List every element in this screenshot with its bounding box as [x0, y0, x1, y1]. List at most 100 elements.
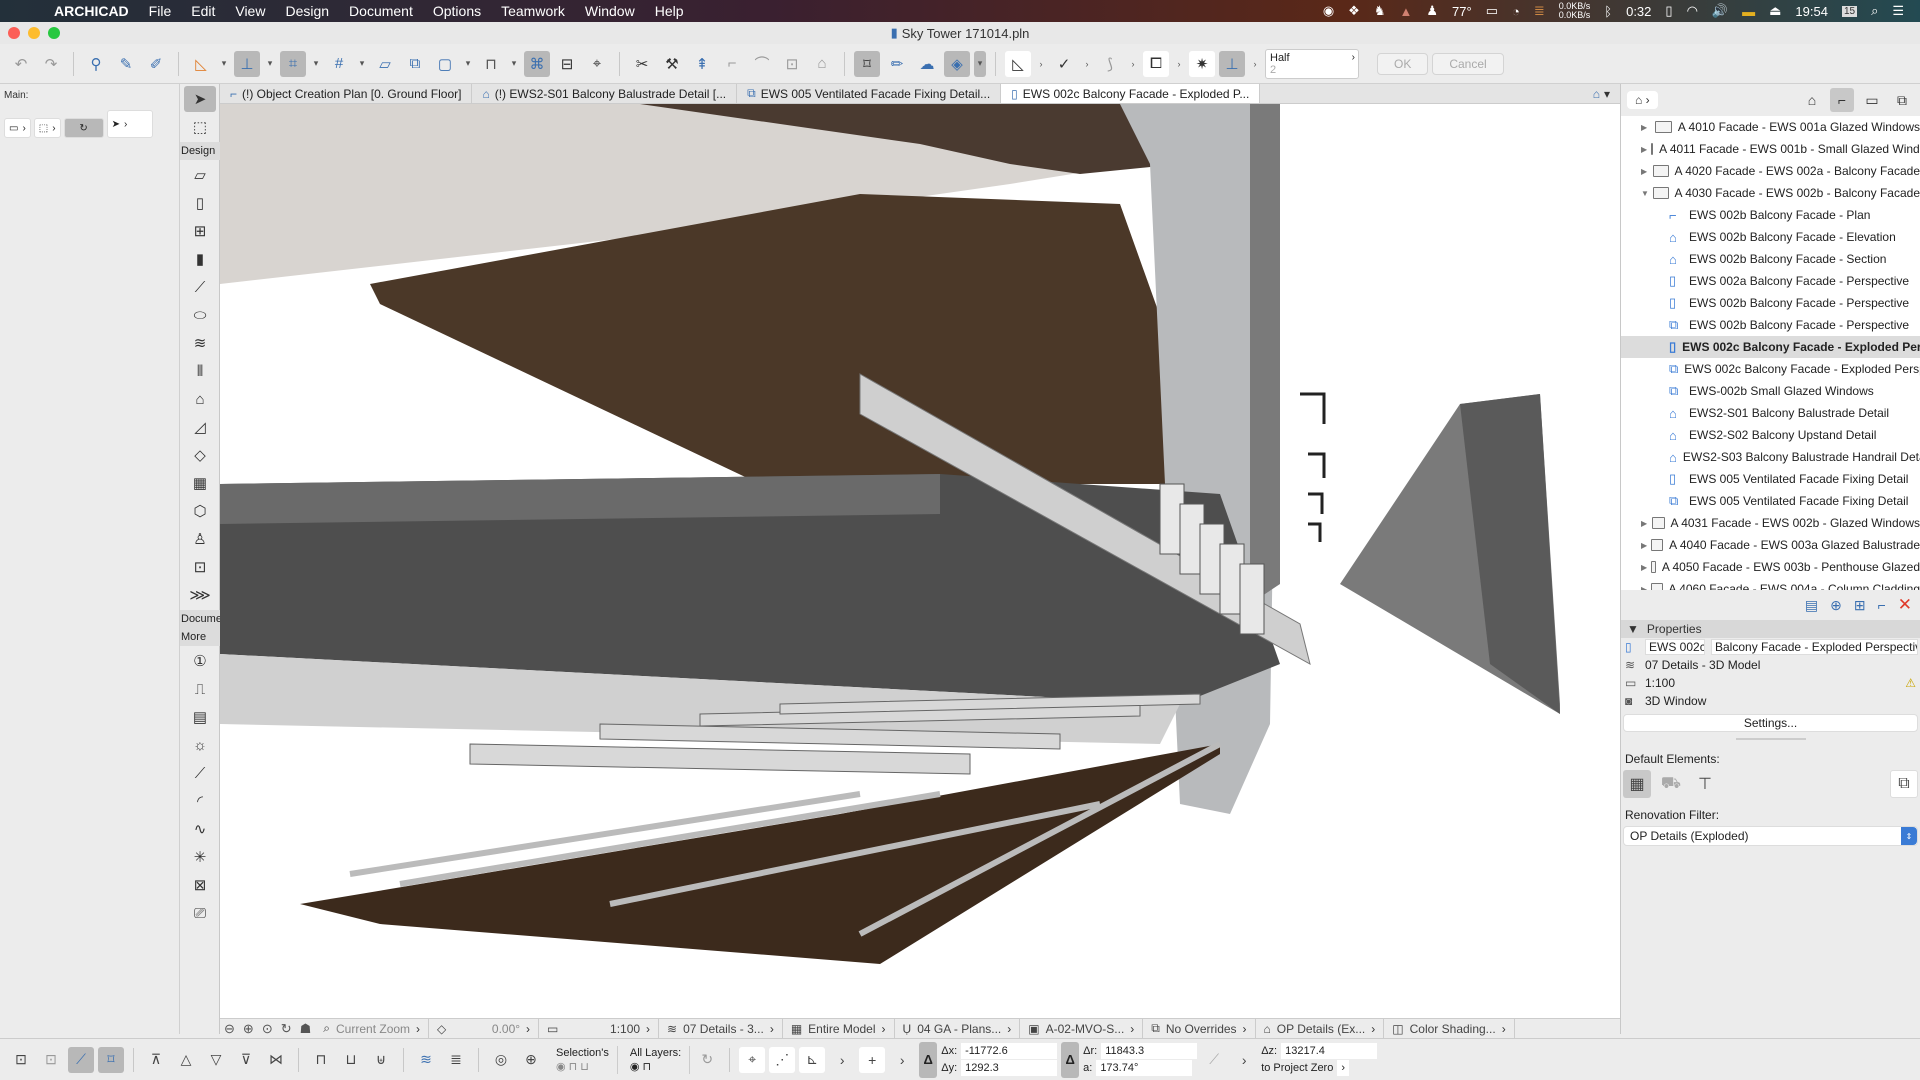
- document-section[interactable]: Document: [180, 610, 220, 628]
- tree-view-item[interactable]: ⧉ EWS 002b Balcony Facade - Perspective: [1621, 314, 1920, 336]
- railing-tool[interactable]: ⫴: [184, 358, 216, 384]
- fit-zoom-icon[interactable]: ⊙: [258, 1021, 277, 1037]
- disclosure-collapsed-icon[interactable]: ▶: [1641, 563, 1647, 572]
- chevron-right-icon[interactable]: ›: [1035, 51, 1047, 77]
- properties-header[interactable]: ▼ Properties: [1621, 620, 1920, 638]
- tree-folder[interactable]: ▶ A 4031 Facade - EWS 002b - Glazed Windo…: [1621, 512, 1920, 534]
- editing-plane-icon[interactable]: ▱: [372, 51, 398, 77]
- battery-icon[interactable]: ▯: [1665, 3, 1672, 19]
- undo-icon[interactable]: ↶: [8, 51, 34, 77]
- bluetooth-icon[interactable]: ᛒ: [1604, 4, 1612, 19]
- 3d-model-render[interactable]: [220, 104, 1620, 1024]
- unlock-icon[interactable]: ⊔: [338, 1047, 364, 1073]
- battery-time[interactable]: 0:32: [1626, 4, 1651, 19]
- chevron-down-icon[interactable]: ▾: [462, 51, 474, 77]
- origin-icon[interactable]: +: [859, 1046, 886, 1073]
- find-select-icon[interactable]: ⚲: [83, 51, 109, 77]
- chevron-right-icon[interactable]: ›: [1127, 51, 1139, 77]
- user-icon[interactable]: ♟: [1426, 3, 1438, 19]
- tree-folder[interactable]: ▼ A 4030 Facade - EWS 002b - Balcony Faca…: [1621, 182, 1920, 204]
- tab-ventilated-facade[interactable]: ⧉ EWS 005 Ventilated Facade Fixing Detail…: [737, 84, 1002, 103]
- dimension-dropdown[interactable]: ▣ A-02-MVO-S... ›: [1020, 1019, 1144, 1038]
- suspend-groups-icon[interactable]: ⌘: [524, 50, 550, 77]
- offset-icon[interactable]: ⊡: [779, 51, 805, 77]
- shading-dropdown[interactable]: ◫ Color Shading... ›: [1384, 1019, 1515, 1038]
- fillet-icon[interactable]: ⌒: [749, 51, 775, 77]
- bring-forward-icon[interactable]: △: [173, 1047, 199, 1073]
- temperature[interactable]: 77°: [1452, 4, 1472, 19]
- guide-lines-icon[interactable]: ◺: [188, 51, 214, 77]
- layer-stack-icon[interactable]: ≣: [443, 1047, 469, 1073]
- menu-options[interactable]: Options: [423, 3, 491, 19]
- marquee-mode-button[interactable]: ⬚ ›: [33, 118, 61, 138]
- show-hide-icon[interactable]: ◎: [488, 1047, 514, 1073]
- send-to-back-icon[interactable]: ⊽: [233, 1047, 259, 1073]
- menu-help[interactable]: Help: [645, 3, 694, 19]
- tree-folder[interactable]: ▶ A 4050 Facade - EWS 003b - Penthouse Gl…: [1621, 556, 1920, 578]
- google-drive-icon[interactable]: ▲: [1399, 4, 1412, 19]
- tree-view-item[interactable]: ▯ EWS 002c Balcony Facade - Exploded Pers…: [1621, 336, 1920, 358]
- syringe-icon[interactable]: ✐: [143, 51, 169, 77]
- curtain-wall-tool[interactable]: ▦: [184, 470, 216, 496]
- 3d-view-icon[interactable]: ◈: [944, 50, 970, 77]
- redo-icon[interactable]: ↷: [38, 51, 64, 77]
- eyedropper-icon[interactable]: ✎: [113, 51, 139, 77]
- object-tool[interactable]: ♙: [184, 526, 216, 552]
- rotate-orbit-button[interactable]: ↻: [63, 118, 104, 138]
- dr-field[interactable]: 11843.3: [1101, 1043, 1198, 1059]
- renovation-filter-select[interactable]: OP Details (Exploded) ⇕: [1623, 826, 1918, 846]
- camera-tool[interactable]: ⎚: [184, 900, 216, 926]
- disclosure-collapsed-icon[interactable]: ▶: [1641, 123, 1651, 132]
- renovation-dropdown[interactable]: ⌂ OP Details (Ex... ›: [1256, 1019, 1385, 1038]
- overrides-dropdown[interactable]: ⧉ No Overrides ›: [1143, 1019, 1256, 1038]
- chevron-right-icon[interactable]: ›: [1249, 51, 1261, 77]
- beam-tool[interactable]: ⟋: [184, 274, 216, 300]
- chevron-right-icon[interactable]: ›: [1231, 1047, 1257, 1073]
- chevron-down-icon[interactable]: ▾: [218, 51, 230, 77]
- spline-tool[interactable]: ∿: [184, 816, 216, 842]
- bulldozer-icon[interactable]: ⛟: [1657, 770, 1685, 798]
- disclosure-collapsed-icon[interactable]: ▶: [1641, 145, 1647, 154]
- notification-center-icon[interactable]: ☰: [1892, 3, 1904, 19]
- settings-button[interactable]: Settings...: [1623, 714, 1918, 732]
- magic-wand-icon[interactable]: ✷: [1189, 50, 1215, 77]
- arrow-mode-button[interactable]: ➤ ›: [106, 110, 153, 138]
- brick-wall-icon[interactable]: ▦: [1623, 770, 1651, 798]
- tree-view-item[interactable]: ⧉ EWS-002b Small Glazed Windows: [1621, 380, 1920, 402]
- window-tool[interactable]: ⊞: [184, 218, 216, 244]
- view-map-tab-icon[interactable]: ⌐: [1830, 88, 1854, 112]
- ok-button[interactable]: OK: [1377, 52, 1429, 75]
- tree-view-item[interactable]: ⧉ EWS 002c Balcony Facade - Exploded Pers…: [1621, 358, 1920, 380]
- mirror-icon[interactable]: ⋈: [263, 1047, 289, 1073]
- layout-book-tab-icon[interactable]: ▭: [1860, 88, 1884, 112]
- disclosure-collapsed-icon[interactable]: ▶: [1641, 541, 1647, 550]
- select-points-icon[interactable]: ⌑: [98, 1046, 124, 1073]
- door-tool[interactable]: ▯: [184, 190, 216, 216]
- flag-icon[interactable]: ▬: [1742, 4, 1755, 19]
- edit-polygon-icon[interactable]: ⟋: [68, 1046, 94, 1073]
- model-view-dropdown[interactable]: ▦ Entire Model ›: [783, 1019, 895, 1038]
- division-input[interactable]: Half 2 ›: [1265, 48, 1359, 79]
- 3d-navigation-button[interactable]: ⌂ ▾: [1583, 84, 1620, 103]
- pencil-icon[interactable]: ✏: [884, 51, 910, 77]
- walk-icon[interactable]: ☗: [296, 1021, 316, 1037]
- ungroup-icon[interactable]: ⊡: [38, 1047, 64, 1073]
- layers-view-icon[interactable]: ▢: [432, 51, 458, 77]
- folders-icon[interactable]: ⧉: [1890, 770, 1918, 798]
- section-tool[interactable]: ①: [184, 648, 216, 674]
- orbit-icon[interactable]: ↻: [277, 1021, 296, 1037]
- shell-tool[interactable]: ◿: [184, 414, 216, 440]
- crane-icon[interactable]: ⊤: [1691, 770, 1719, 798]
- publisher-sets-tab-icon[interactable]: ⧉: [1890, 88, 1914, 112]
- tree-view-item[interactable]: ⌂ EWS2-S02 Balcony Upstand Detail: [1621, 424, 1920, 446]
- stair-tool[interactable]: ≋: [184, 330, 216, 356]
- zoom-in-icon[interactable]: ⊕: [239, 1021, 258, 1037]
- slope-icon[interactable]: ⟋: [1201, 1047, 1227, 1073]
- menu-window[interactable]: Window: [575, 3, 645, 19]
- lamp-tool[interactable]: ☼: [184, 732, 216, 758]
- menu-document[interactable]: Document: [339, 3, 423, 19]
- marquee-tool[interactable]: ⬚: [184, 114, 216, 140]
- zoom-out-icon[interactable]: ⊖: [220, 1021, 239, 1037]
- coordinates-icon[interactable]: ⌗: [280, 50, 306, 77]
- all-layers-visibility-icons[interactable]: ◉ ⊓: [630, 1060, 681, 1074]
